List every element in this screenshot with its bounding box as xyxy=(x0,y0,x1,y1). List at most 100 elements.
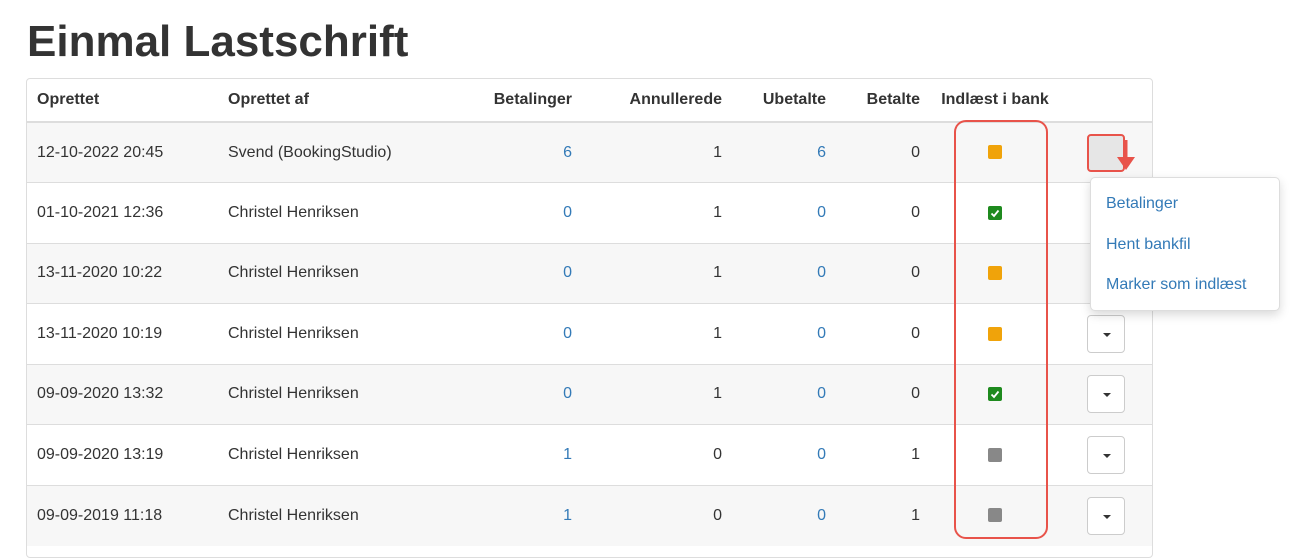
table-row: 13-11-2020 10:19 Christel Henriksen 0 1 0 0 xyxy=(27,303,1152,364)
cell-cancelled-value: 1 xyxy=(713,324,722,342)
menu-item-marker-som-indlaest[interactable]: Marker som indlæst xyxy=(1091,267,1279,308)
cell-payments-value[interactable]: 1 xyxy=(563,446,572,463)
cell-unpaid[interactable]: 0 xyxy=(732,242,836,304)
cell-cancelled-value: 1 xyxy=(713,385,722,403)
cell-unpaid[interactable]: 0 xyxy=(732,182,836,243)
cell-payments[interactable]: 1 xyxy=(448,424,582,485)
cell-created-by-value: Christel Henriksen xyxy=(228,506,359,524)
cell-bank-status xyxy=(930,121,1060,183)
cell-cancelled: 1 xyxy=(582,182,732,243)
cell-actions xyxy=(1060,424,1152,485)
cell-bank-status xyxy=(930,363,1060,425)
row-actions-button[interactable] xyxy=(1087,375,1125,414)
cell-created: 09-09-2019 11:18 xyxy=(27,484,218,546)
cell-bank-status xyxy=(930,303,1060,364)
cell-actions xyxy=(1060,484,1152,546)
cell-unpaid-value[interactable]: 0 xyxy=(817,507,826,524)
cell-paid: 0 xyxy=(836,363,930,425)
status-inactive-icon xyxy=(988,508,1002,523)
header-betalinger[interactable]: Betalinger xyxy=(448,79,582,123)
cell-created-value: 13-11-2020 10:19 xyxy=(37,324,163,342)
caret-down-icon xyxy=(1103,453,1111,458)
cell-created-by: Christel Henriksen xyxy=(218,484,448,546)
table-row: 09-09-2020 13:32 Christel Henriksen 0 1 0 0 xyxy=(27,363,1152,425)
table-header-row: Oprettet Oprettet af Betalinger Annuller… xyxy=(27,79,1152,123)
table-row: 13-11-2020 10:22 Christel Henriksen 0 1 0 0 xyxy=(27,242,1152,304)
cell-payments[interactable]: 0 xyxy=(448,242,582,304)
cell-bank-status xyxy=(930,182,1060,243)
menu-item-hent-bankfil[interactable]: Hent bankfil xyxy=(1091,227,1279,268)
cell-unpaid-value[interactable]: 0 xyxy=(817,264,826,281)
cell-bank-status xyxy=(930,242,1060,304)
cell-created-value: 09-09-2019 11:18 xyxy=(37,506,163,524)
cell-unpaid-value[interactable]: 0 xyxy=(817,325,826,342)
status-pending-icon xyxy=(988,266,1002,281)
table-row: 09-09-2019 11:18 Christel Henriksen 1 0 0 1 xyxy=(27,484,1152,546)
header-oprettet[interactable]: Oprettet xyxy=(27,79,218,123)
cell-payments-value[interactable]: 0 xyxy=(563,325,572,342)
cell-payments[interactable]: 0 xyxy=(448,363,582,425)
status-loaded-icon xyxy=(988,205,1002,220)
cell-unpaid-value[interactable]: 0 xyxy=(817,385,826,402)
cell-created-by: Christel Henriksen xyxy=(218,182,448,243)
cell-paid-value: 0 xyxy=(911,385,920,403)
cell-paid-value: 1 xyxy=(911,506,920,524)
cell-payments[interactable]: 1 xyxy=(448,484,582,546)
cell-created-value: 12-10-2022 20:45 xyxy=(37,143,164,161)
cell-created: 13-11-2020 10:19 xyxy=(27,303,218,364)
cell-unpaid-value[interactable]: 6 xyxy=(817,144,826,161)
cell-cancelled-value: 1 xyxy=(713,203,722,221)
cell-unpaid-value[interactable]: 0 xyxy=(817,204,826,221)
cell-created-by-value: Christel Henriksen xyxy=(228,445,359,463)
cell-payments-value[interactable]: 6 xyxy=(563,144,572,161)
cell-created-by-value: Christel Henriksen xyxy=(228,264,359,282)
header-betalte[interactable]: Betalte xyxy=(836,79,930,123)
cell-created-by: Christel Henriksen xyxy=(218,242,448,304)
cell-paid-value: 0 xyxy=(911,264,920,282)
row-actions-button[interactable] xyxy=(1087,496,1125,535)
header-indlaest-i-bank[interactable]: Indlæst i bank xyxy=(930,79,1060,123)
cell-payments[interactable]: 0 xyxy=(448,303,582,364)
cell-unpaid[interactable]: 0 xyxy=(732,303,836,364)
cell-paid-value: 0 xyxy=(911,203,920,221)
cell-payments-value[interactable]: 0 xyxy=(563,385,572,402)
cell-paid-value: 0 xyxy=(911,143,920,161)
cell-paid: 1 xyxy=(836,424,930,485)
cell-unpaid-value[interactable]: 0 xyxy=(817,446,826,463)
payments-table: Oprettet Oprettet af Betalinger Annuller… xyxy=(27,79,1152,546)
cell-payments-value[interactable]: 0 xyxy=(563,204,572,221)
cell-cancelled: 1 xyxy=(582,363,732,425)
cell-created-by: Christel Henriksen xyxy=(218,303,448,364)
cell-paid: 0 xyxy=(836,242,930,304)
cell-cancelled-value: 1 xyxy=(713,264,722,282)
cell-payments-value[interactable]: 0 xyxy=(563,264,572,281)
cell-cancelled: 0 xyxy=(582,484,732,546)
cell-unpaid[interactable]: 0 xyxy=(732,363,836,425)
row-actions-button[interactable] xyxy=(1087,314,1125,353)
cell-payments-value[interactable]: 1 xyxy=(563,507,572,524)
cell-payments[interactable]: 0 xyxy=(448,182,582,243)
cell-paid: 0 xyxy=(836,121,930,183)
header-oprettet-af[interactable]: Oprettet af xyxy=(218,79,448,123)
cell-created-by-value: Christel Henriksen xyxy=(228,385,359,403)
cell-cancelled-value: 0 xyxy=(713,445,722,463)
header-annullerede[interactable]: Annullerede xyxy=(582,79,732,123)
cell-created: 13-11-2020 10:22 xyxy=(27,242,218,304)
cell-created-by-value: Christel Henriksen xyxy=(228,324,359,342)
cell-bank-status xyxy=(930,424,1060,485)
cell-unpaid[interactable]: 6 xyxy=(732,121,836,183)
cell-paid: 0 xyxy=(836,182,930,243)
checkmark-icon xyxy=(990,390,1000,399)
cell-unpaid[interactable]: 0 xyxy=(732,484,836,546)
table-row: 01-10-2021 12:36 Christel Henriksen 0 1 0 0 xyxy=(27,182,1152,243)
row-actions-button[interactable] xyxy=(1087,435,1125,474)
cell-payments[interactable]: 6 xyxy=(448,121,582,183)
cell-created-by-value: Christel Henriksen xyxy=(228,203,359,221)
cell-created-value: 13-11-2020 10:22 xyxy=(37,264,163,282)
cell-unpaid[interactable]: 0 xyxy=(732,424,836,485)
header-ubetalte[interactable]: Ubetalte xyxy=(732,79,836,123)
menu-item-betalinger[interactable]: Betalinger xyxy=(1091,186,1279,227)
cell-created-by: Christel Henriksen xyxy=(218,424,448,485)
checkmark-icon xyxy=(990,209,1000,217)
cell-cancelled: 0 xyxy=(582,424,732,485)
